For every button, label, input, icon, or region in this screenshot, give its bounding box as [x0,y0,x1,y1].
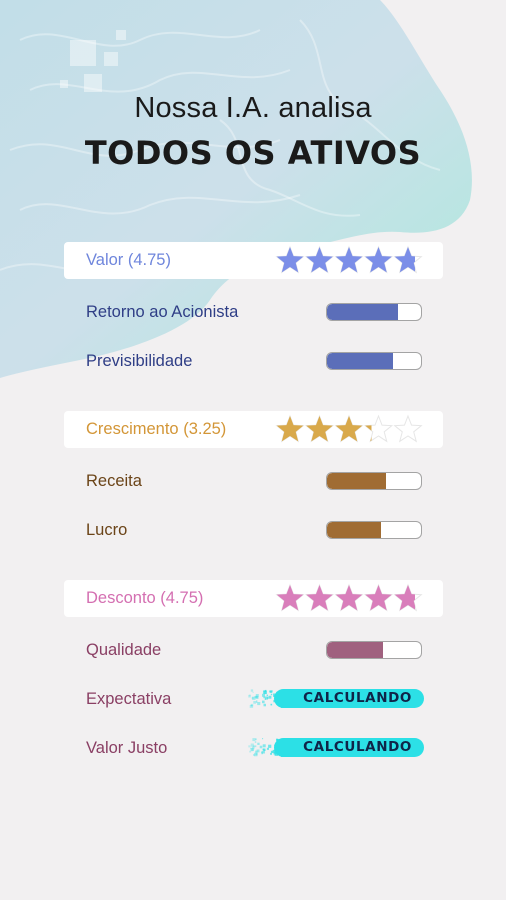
rating-stars-desconto [275,583,423,612]
category-label-desconto: Desconto (4.75) [86,589,204,607]
row-label-retorno-acionista: Retorno ao Acionista [86,303,239,321]
headline-line1: Nossa I.A. analisa [134,92,372,124]
progress-bar-retorno-acionista [326,303,422,321]
star-icon [276,416,304,442]
category-header-desconto: Desconto (4.75) [64,580,443,617]
progress-bar-receita [326,472,422,490]
star-icon [306,247,333,273]
star-icon [335,585,363,611]
row-label-lucro: Lucro [86,521,128,539]
category-label-valor: Valor (4.75) [86,251,171,269]
star-icon [306,585,333,611]
progress-bar-qualidade [326,641,422,659]
rating-stars-valor [275,245,423,274]
star-icon [335,416,363,442]
row-label-receita: Receita [86,472,142,490]
row-label-qualidade: Qualidade [86,641,162,659]
progress-bar-lucro [326,521,422,539]
star-icon [306,416,333,442]
star-icon [393,414,423,443]
brain-illustration [0,0,472,378]
star-icon [335,247,363,273]
row-label-valor-justo: Valor Justo [86,739,168,757]
row-label-previsibilidade: Previsibilidade [86,352,193,370]
progress-bar-previsibilidade [326,352,422,370]
star-icon [365,585,392,611]
calculating-text-valor-justo: CALCULANDO [303,739,412,755]
star-icon [365,247,392,273]
calculating-badge-valor-justo: CALCULANDO [248,738,424,757]
star-icon [276,247,304,273]
category-header-crescimento: Crescimento (3.25) [64,411,443,448]
row-label-expectativa: Expectativa [86,690,172,708]
headline-line2: TODOS OS ATIVOS [84,134,422,172]
category-label-crescimento: Crescimento (3.25) [86,420,227,438]
category-header-valor: Valor (4.75) [64,242,443,279]
rating-stars-crescimento [275,414,423,443]
star-icon [276,585,304,611]
calculating-badge-expectativa: CALCULANDO [248,689,424,708]
calculating-text-expectativa: CALCULANDO [303,690,412,706]
